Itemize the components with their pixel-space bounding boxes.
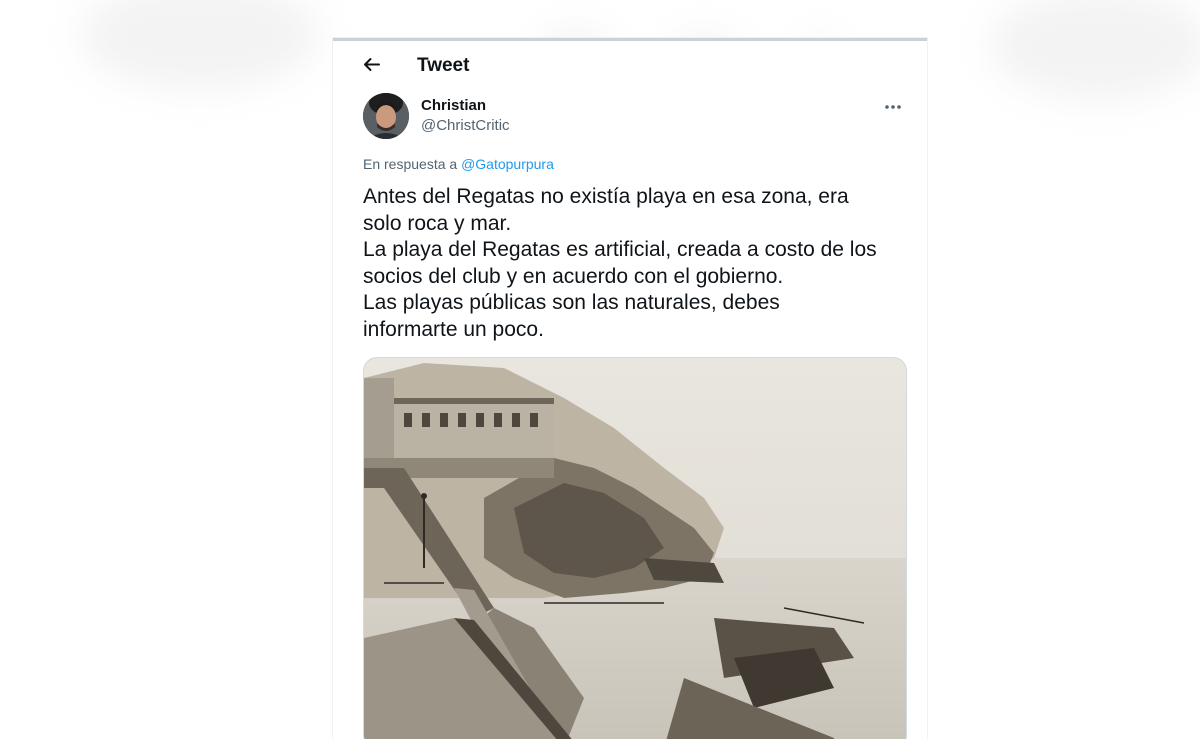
author-handle[interactable]: @ChristCritic bbox=[421, 117, 510, 134]
sepia-photo bbox=[364, 358, 906, 739]
tweet-text: Antes del Regatas no existía playa en es… bbox=[363, 185, 877, 341]
arrow-left-icon bbox=[364, 58, 380, 71]
blurred-background bbox=[990, 0, 1200, 100]
tweet-panel: Tweet Christian @ChristCritic En respues… bbox=[333, 38, 927, 739]
more-horizontal-icon bbox=[885, 105, 901, 109]
author-name[interactable]: Christian bbox=[421, 97, 486, 114]
tweet-header: Tweet bbox=[333, 41, 927, 93]
back-button[interactable] bbox=[359, 53, 383, 77]
reply-context: En respuesta a @Gatopurpura bbox=[363, 156, 554, 172]
reply-prefix: En respuesta a bbox=[363, 156, 458, 172]
page-title: Tweet bbox=[417, 55, 470, 76]
tweet-media-photo[interactable] bbox=[363, 357, 907, 739]
more-options-button[interactable] bbox=[881, 97, 905, 117]
reply-to-link[interactable]: @Gatopurpura bbox=[461, 156, 554, 172]
avatar-photo bbox=[363, 93, 409, 139]
avatar[interactable] bbox=[363, 93, 409, 139]
blurred-background bbox=[80, 0, 320, 90]
